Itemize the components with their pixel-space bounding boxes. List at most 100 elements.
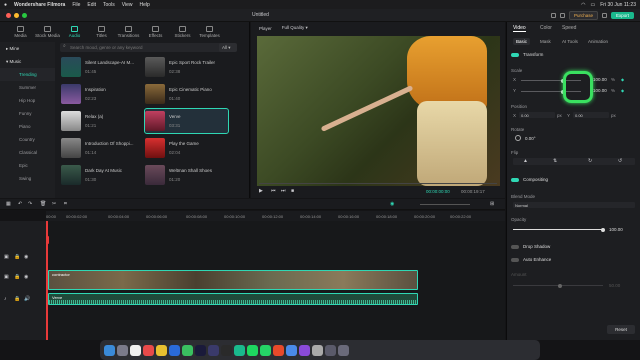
- list-item[interactable]: Inspiration 02:23: [61, 82, 144, 106]
- menu-view[interactable]: View: [122, 2, 133, 8]
- whatsapp-icon[interactable]: [260, 344, 271, 356]
- sidebar-item-funny[interactable]: Funny: [0, 107, 55, 120]
- sidebar-item-trending[interactable]: Trending: [0, 68, 55, 81]
- keyframe-icon[interactable]: ◆: [621, 77, 624, 82]
- chrome-icon[interactable]: [286, 344, 297, 356]
- cut-icon[interactable]: ✂: [52, 201, 56, 207]
- tab-templates[interactable]: Templates: [197, 22, 222, 40]
- eye-icon[interactable]: ◉: [24, 274, 28, 280]
- finder-icon[interactable]: [104, 344, 115, 356]
- safari-icon[interactable]: [130, 344, 141, 356]
- menubar-clock[interactable]: Fri 30 Jun 11:23: [600, 2, 636, 8]
- wifi-icon[interactable]: ◠: [581, 2, 585, 8]
- snap-icon[interactable]: ◉: [390, 201, 394, 207]
- calendar-icon[interactable]: [143, 344, 154, 356]
- tab-basic[interactable]: Basic: [513, 38, 531, 45]
- play-icon[interactable]: ▶: [259, 188, 263, 194]
- premiere-icon[interactable]: [195, 344, 206, 356]
- quality-dropdown[interactable]: Full Quality ▾: [282, 25, 308, 31]
- rotate-dial[interactable]: [515, 135, 521, 141]
- drop-shadow-section[interactable]: Drop Shadow: [511, 244, 550, 249]
- menu-app-name[interactable]: Wondershare Filmora: [14, 2, 65, 8]
- video-clip[interactable]: contractor: [48, 270, 418, 290]
- fit-icon[interactable]: ⊞: [490, 201, 494, 207]
- apple-icon[interactable]: ●: [4, 2, 7, 8]
- sidebar-item-country[interactable]: Country: [0, 133, 55, 146]
- sidebar-item-hip-hop[interactable]: Hip Hop: [0, 94, 55, 107]
- transform-toggle[interactable]: [511, 52, 519, 57]
- auto-enhance-toggle[interactable]: [511, 257, 519, 262]
- delete-icon[interactable]: 🗑: [40, 201, 46, 207]
- tab-speed[interactable]: Speed: [562, 25, 576, 31]
- flip-horizontal-icon[interactable]: ▲: [523, 158, 528, 164]
- reset-button[interactable]: Reset: [607, 325, 635, 334]
- video-track-icon[interactable]: ▣: [4, 254, 9, 260]
- sidebar-item-piano[interactable]: Piano: [0, 120, 55, 133]
- launchpad-icon[interactable]: [117, 344, 128, 356]
- audio-clip[interactable]: Verve: [48, 293, 418, 305]
- tab-audio[interactable]: Audio: [62, 22, 87, 40]
- tab-animation[interactable]: Animation: [585, 38, 611, 45]
- tab-effects[interactable]: Effects: [143, 22, 168, 40]
- menu-edit[interactable]: Edit: [87, 2, 96, 8]
- tab-media[interactable]: Media: [8, 22, 33, 40]
- list-item[interactable]: Relax (a) 01:21: [61, 109, 144, 133]
- sidebar-item-classical[interactable]: Classical: [0, 146, 55, 159]
- tab-mask[interactable]: Mask: [537, 38, 554, 45]
- settings-icon[interactable]: [312, 344, 323, 356]
- list-item[interactable]: Introduction Of Shoppi... 01:14: [61, 136, 144, 160]
- sidebar-item-music[interactable]: ▾ Music: [0, 55, 55, 68]
- layout-icon[interactable]: ▦: [6, 201, 11, 207]
- close-window-button[interactable]: [6, 12, 11, 18]
- rotate-value[interactable]: 0.00°: [525, 136, 536, 141]
- purchase-button[interactable]: Purchase: [568, 10, 598, 20]
- compositing-section[interactable]: Compositing: [511, 177, 548, 182]
- mail-icon[interactable]: [169, 344, 180, 356]
- sidebar-item-mine[interactable]: ▸ Mine: [0, 42, 55, 55]
- search-input[interactable]: Search mood, genre or any keyword: [60, 43, 230, 52]
- lightroom-icon[interactable]: [208, 344, 219, 356]
- playback-scrubber[interactable]: [259, 183, 497, 184]
- tab-titles[interactable]: Titles: [89, 22, 114, 40]
- redo-icon[interactable]: ↷: [28, 201, 32, 207]
- trash-icon[interactable]: [338, 344, 349, 356]
- video-track-icon[interactable]: ▣: [4, 274, 9, 280]
- account-icon[interactable]: [550, 12, 556, 18]
- sidebar-item-swing[interactable]: Swing: [0, 172, 55, 185]
- lock-icon[interactable]: 🔒: [14, 274, 20, 280]
- flip-vertical-icon[interactable]: ⇅: [553, 158, 557, 164]
- notes-icon[interactable]: [156, 344, 167, 356]
- tab-stock-media[interactable]: Stock Media: [35, 22, 60, 40]
- menu-help[interactable]: Help: [139, 2, 149, 8]
- cloud-icon[interactable]: [601, 12, 607, 18]
- amount-slider[interactable]: [513, 283, 603, 288]
- keyframe-icon[interactable]: ◆: [621, 88, 624, 93]
- messages-icon[interactable]: [182, 344, 193, 356]
- spotify-icon[interactable]: [247, 344, 258, 356]
- gift-icon[interactable]: [559, 12, 565, 18]
- next-frame-icon[interactable]: ⏭: [281, 188, 286, 194]
- slider-knob[interactable]: [601, 227, 605, 232]
- speaker-icon[interactable]: 🔊: [24, 296, 30, 302]
- zoom-slider[interactable]: [420, 204, 470, 205]
- playhead-handle[interactable]: [46, 236, 49, 244]
- list-item[interactable]: Dark Day At Music 01:30: [61, 163, 144, 187]
- drop-shadow-toggle[interactable]: [511, 244, 519, 249]
- eye-icon[interactable]: ◉: [24, 254, 28, 260]
- menu-file[interactable]: File: [72, 2, 80, 8]
- folder-icon[interactable]: [325, 344, 336, 356]
- minimize-window-button[interactable]: [14, 12, 19, 18]
- list-item[interactable]: Weltman Shall Shoes 01:20: [145, 163, 228, 187]
- tab-transitions[interactable]: Transitions: [116, 22, 141, 40]
- position-x-field[interactable]: 0.00: [519, 112, 555, 118]
- crop-icon[interactable]: ⌗: [64, 201, 67, 207]
- blend-mode-dropdown[interactable]: Normal: [513, 202, 635, 208]
- video-preview[interactable]: [257, 36, 500, 186]
- app-icon[interactable]: [299, 344, 310, 356]
- list-item[interactable]: Silent Landscape-AI M... 01:45: [61, 55, 144, 79]
- audio-track-icon[interactable]: ♪: [4, 296, 7, 302]
- opacity-slider[interactable]: [513, 227, 605, 232]
- filmora-icon[interactable]: [234, 344, 245, 356]
- list-item-selected[interactable]: Verve 03:31: [144, 108, 229, 134]
- tab-ai-tools[interactable]: AI Tools: [559, 38, 581, 45]
